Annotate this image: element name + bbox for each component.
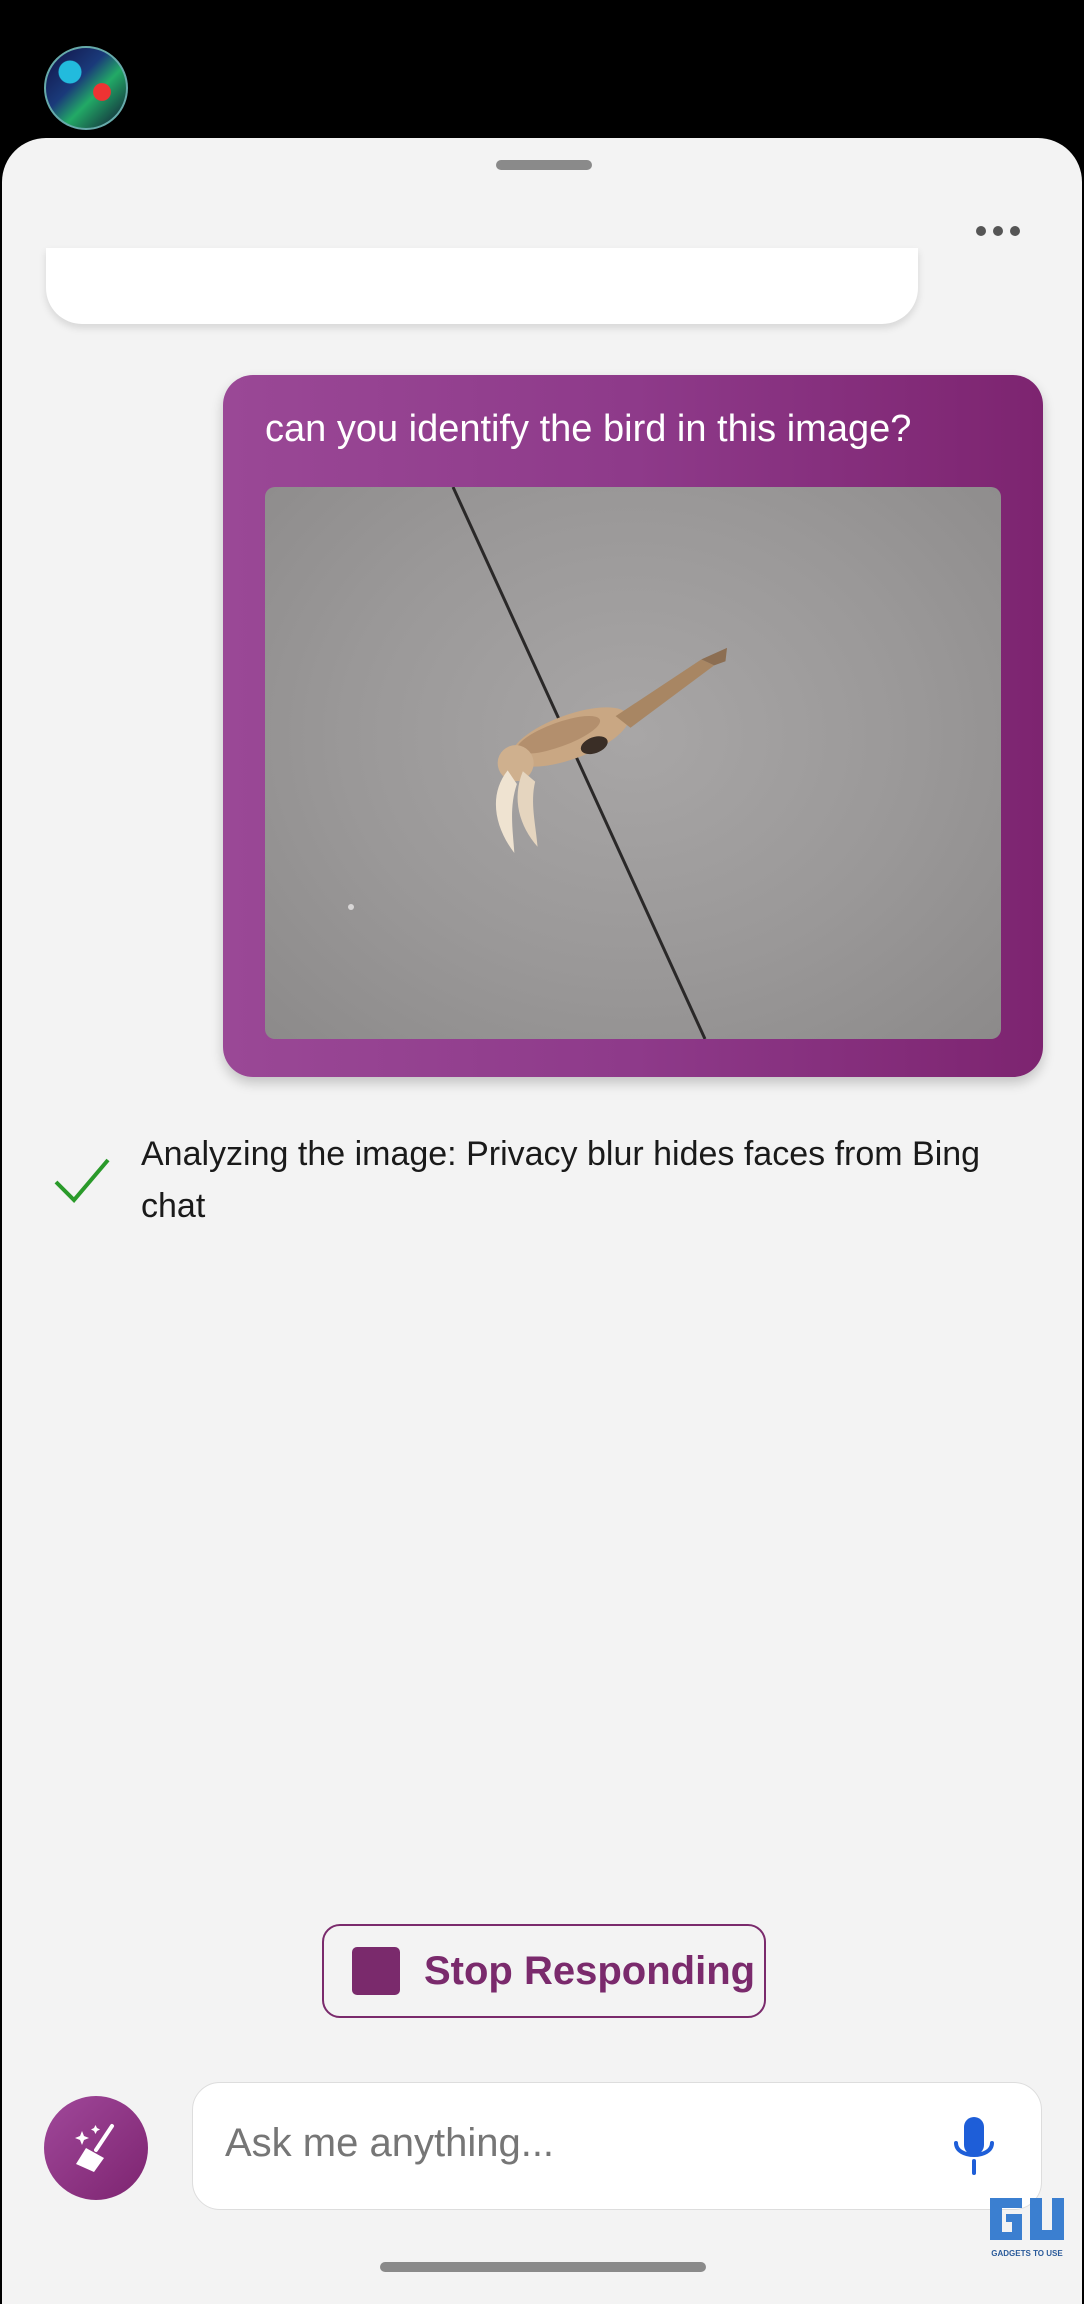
microphone-icon[interactable] [951,2115,997,2177]
watermark-text: GADGETS TO USE [991,2249,1063,2258]
dot [993,226,1003,236]
dot [1010,226,1020,236]
user-message-bubble: can you identify the bird in this image? [223,375,1043,1077]
user-avatar[interactable] [44,46,128,130]
stop-icon [352,1947,400,1995]
stop-responding-button[interactable]: Stop Responding [322,1924,766,2018]
user-message-text: can you identify the bird in this image? [265,408,912,450]
new-topic-button[interactable] [44,2096,148,2200]
input-placeholder: Ask me anything... [225,2121,555,2165]
gadgets-to-use-logo-icon [990,2198,1064,2240]
check-icon [54,1158,110,1203]
watermark-logo: GADGETS TO USE [986,2192,1068,2258]
chat-sheet: can you identify the bird in this image? [2,138,1082,2304]
more-options-icon[interactable] [976,226,1020,236]
dot [976,226,986,236]
broom-sparkle-icon [75,2124,114,2172]
chat-input[interactable]: Ask me anything... [192,2082,1042,2210]
home-indicator[interactable] [380,2262,706,2272]
stop-responding-label: Stop Responding [424,1948,756,1993]
previous-message-card [46,248,918,324]
drag-handle[interactable] [496,160,592,170]
bird-photo[interactable] [265,487,1001,1039]
bird-image [348,487,728,1039]
status-text: Analyzing the image: Privacy blur hides … [141,1135,981,1225]
